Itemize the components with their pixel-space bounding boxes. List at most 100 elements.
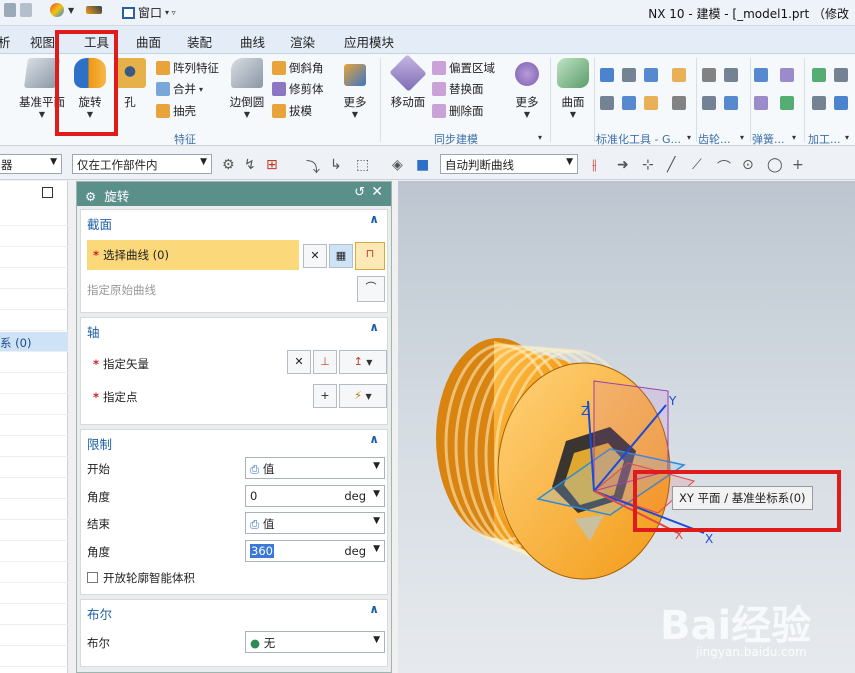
color-palette-icon[interactable] (50, 3, 64, 17)
tab-view[interactable]: 视图 (30, 32, 55, 51)
more-sync-button[interactable]: 更多 ▼ (510, 58, 544, 119)
tool-icon[interactable] (754, 68, 768, 82)
tool-icon[interactable] (672, 96, 686, 110)
navigator-row[interactable] (0, 458, 68, 478)
tool-icon[interactable] (834, 96, 848, 110)
edge-blend-button[interactable]: 边倒圆 ▼ (226, 58, 268, 119)
tool-icon[interactable] (724, 68, 738, 82)
start-type-select[interactable]: ⎙ 值 ▼ (245, 457, 385, 479)
vector-type-select[interactable]: ↥ ▼ (339, 350, 387, 374)
chevron-down-icon[interactable]: ▾ (792, 133, 796, 142)
navigator-item-datum-csys[interactable]: 系 (0) (0, 332, 68, 352)
midpoint-snap-icon[interactable]: ⊹ (642, 157, 654, 173)
tool-icon[interactable] (644, 68, 658, 82)
checkbox-box[interactable] (87, 572, 98, 583)
boolean-select[interactable]: ● 无 ▼ (245, 631, 385, 653)
draft-button[interactable]: 拔模 (272, 103, 312, 119)
tangent-tool-icon[interactable]: ↳ (330, 157, 342, 173)
reverse-direction-button[interactable]: ✕ (287, 350, 311, 374)
navigator-row[interactable] (0, 269, 68, 289)
point-snap-icon[interactable]: ⊞ (266, 157, 278, 173)
center-snap-icon[interactable]: ⊙ (742, 157, 754, 173)
navigator-row[interactable] (0, 647, 68, 667)
tool-icon[interactable] (702, 96, 716, 110)
arc-center-icon[interactable]: ⌒ (717, 157, 731, 177)
solid-filter-icon[interactable]: ■ (416, 157, 429, 173)
tool-icon[interactable] (644, 96, 658, 110)
section-curve-button[interactable]: ⊓ (355, 242, 385, 270)
tool-icon[interactable] (702, 68, 716, 82)
pencil-icon[interactable] (86, 6, 103, 14)
end-type-select[interactable]: ⎙ 值 ▼ (245, 512, 385, 534)
vector-dialog-button[interactable]: ⊥ (313, 350, 337, 374)
point-dialog-button[interactable]: + (313, 384, 337, 408)
curve-rule-select[interactable]: 自动判断曲线 ▼ (440, 154, 578, 174)
navigator-row[interactable] (0, 206, 68, 226)
chevron-up-icon[interactable]: ∧ (369, 320, 379, 334)
pattern-feature-button[interactable]: 阵列特征 (156, 60, 219, 76)
navigator-row[interactable] (0, 542, 68, 562)
open-profile-checkbox[interactable]: 开放轮廓智能体积 (87, 570, 195, 586)
surface-button[interactable]: 曲面 ▼ (556, 58, 590, 119)
delete-face-button[interactable]: 删除面 (432, 103, 484, 119)
reset-icon[interactable]: ↺ (354, 185, 365, 200)
chevron-up-icon[interactable]: ∧ (369, 212, 379, 226)
chevron-down-icon[interactable]: ▾ (740, 133, 744, 142)
replace-face-button[interactable]: 替换面 (432, 81, 484, 97)
tool-icon[interactable] (754, 96, 768, 110)
tab-assembly[interactable]: 装配 (187, 32, 212, 51)
tool-icon[interactable] (622, 68, 636, 82)
tab-analysis[interactable]: 析 (0, 32, 11, 51)
sketch-section-button[interactable]: ✕ (303, 244, 327, 268)
circle-icon[interactable]: ◯ (767, 157, 783, 173)
gear-icon[interactable]: ⚙ (85, 189, 96, 204)
curve-button[interactable]: ▦ (329, 244, 353, 268)
endpoint-snap-icon[interactable]: ⫲ (592, 157, 597, 173)
navigator-row[interactable] (0, 395, 68, 415)
plus-icon[interactable]: + (792, 157, 804, 173)
chevron-up-icon[interactable]: ∧ (369, 432, 379, 446)
direction-icon[interactable]: ➜ (617, 157, 629, 173)
navigator-row[interactable] (0, 374, 68, 394)
unite-button[interactable]: 合并 ▾ (156, 81, 203, 97)
tool-icon[interactable] (600, 96, 614, 110)
copy-icon[interactable] (4, 3, 16, 17)
paste-icon[interactable] (20, 3, 32, 17)
chevron-down-icon[interactable]: ▾ (845, 133, 849, 142)
move-face-button[interactable]: 移动面 (388, 54, 428, 110)
tool-icon[interactable] (780, 68, 794, 82)
trim-body-button[interactable]: 修剪体 (272, 81, 324, 97)
tool-icon[interactable] (834, 68, 848, 82)
chevron-down-icon[interactable]: ▼ (68, 6, 74, 15)
tangent-icon[interactable]: ⟋ (692, 157, 702, 173)
tool-icon[interactable] (672, 68, 686, 82)
navigator-row[interactable] (0, 500, 68, 520)
navigator-row[interactable] (0, 290, 68, 310)
tool-icon[interactable] (780, 96, 794, 110)
offset-region-button[interactable]: 偏置区域 (432, 60, 495, 76)
tool-icon[interactable] (622, 96, 636, 110)
chevron-down-icon[interactable]: ▾ (538, 133, 542, 142)
select-tool-icon[interactable]: ⚙ (222, 157, 235, 173)
snap-tool-icon[interactable]: ↯ (244, 157, 256, 173)
chevron-up-icon[interactable]: ∧ (369, 602, 379, 616)
navigator-row[interactable] (0, 521, 68, 541)
chamfer-button[interactable]: 倒斜角 (272, 60, 324, 76)
start-angle-input[interactable]: 0 deg ▼ (245, 485, 385, 507)
navigator-row[interactable] (0, 416, 68, 436)
origin-curve-button[interactable]: ⌒ (357, 276, 385, 302)
tab-application[interactable]: 应用模块 (344, 32, 394, 51)
navigator-row[interactable] (0, 626, 68, 646)
point-type-select[interactable]: ⚡ ▼ (339, 384, 387, 408)
tab-surface[interactable]: 曲面 (136, 32, 161, 51)
navigator-row[interactable] (0, 479, 68, 499)
line-icon[interactable]: ╱ (667, 157, 675, 173)
tab-render[interactable]: 渲染 (290, 32, 315, 51)
box-select-icon[interactable]: ⬚ (356, 157, 369, 173)
navigator-row[interactable] (0, 584, 68, 604)
navigator-row[interactable] (0, 668, 68, 673)
selection-scope-select[interactable]: 仅在工作部件内 ▼ (72, 154, 212, 174)
chevron-down-icon[interactable]: ▾ (687, 133, 691, 142)
navigator-row[interactable] (0, 311, 68, 331)
curve-tool-icon[interactable]: ⤵ (306, 157, 320, 177)
